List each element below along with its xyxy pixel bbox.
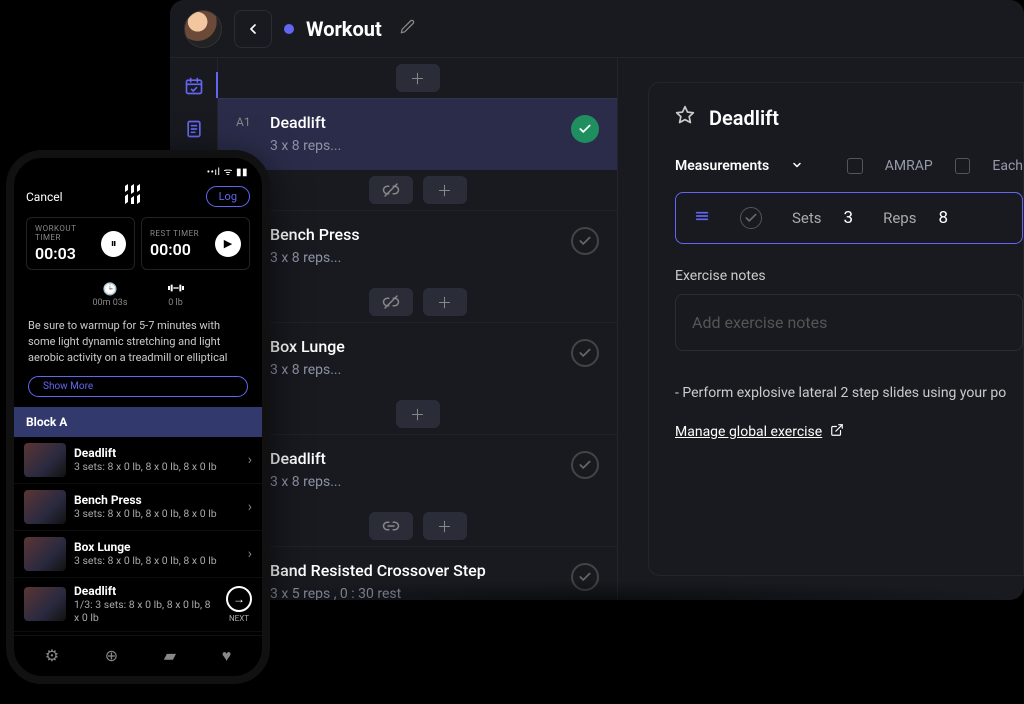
workout-timer: WORKOUT TIMER 00:03 [26, 217, 135, 270]
exercise-row[interactable]: A2 Bench Press 3 x 8 reps... [218, 210, 617, 282]
add-icon[interactable]: ⊕ [105, 646, 118, 666]
exercise-row[interactable]: A3 Box Lunge 3 x 8 reps... [218, 322, 617, 394]
chevron-right-icon: › [248, 452, 252, 468]
heart-icon[interactable]: ♥ [222, 646, 232, 666]
phone-mock: ••ıl ᯤ ▮▮ Cancel Log WORKOUT TIMER 00:03… [6, 150, 270, 684]
add-exercise-button[interactable]: ＋ [423, 176, 467, 204]
amrap-checkbox[interactable] [847, 158, 863, 174]
page-title: Workout [306, 17, 382, 41]
rest-timer: REST TIMER 00:00 [141, 217, 250, 270]
phone-exercise-row[interactable]: Box Lunge3 sets: 8 x 0 lb, 8 x 0 lb, 8 x… [14, 531, 262, 578]
exercise-name: Band Resisted Crossover Step [270, 561, 557, 580]
phone-status-bar: ••ıl ᯤ ▮▮ [14, 158, 262, 180]
status-dot [284, 24, 294, 34]
exercise-row[interactable]: B Deadlift 3 x 8 reps... [218, 434, 617, 506]
workout-note: Be sure to warmup for 5-7 minutes with s… [14, 318, 262, 366]
detail-title: Deadlift [709, 106, 779, 130]
topbar: Workout [170, 0, 1024, 58]
add-exercise-button[interactable]: ＋ [396, 64, 440, 92]
exercise-thumb [24, 490, 66, 524]
app-logo-icon [122, 184, 146, 209]
add-exercise-button[interactable]: ＋ [423, 512, 467, 540]
exercise-list: ＋ A1 Deadlift 3 x 8 reps... ＋ A2 Bench P… [218, 58, 618, 600]
amrap-label: AMRAP [885, 158, 933, 174]
status-check-icon[interactable] [571, 115, 599, 143]
add-exercise-button[interactable]: ＋ [423, 288, 467, 316]
workout-editor-panel: Workout ＋ A1 Deadlift 3 x 8 reps... [170, 0, 1024, 600]
gear-icon[interactable]: ⚙ [45, 646, 59, 666]
exercise-detail: 3 x 5 reps , 0 : 30 rest [270, 586, 557, 600]
each-label: Each [992, 158, 1023, 174]
status-check-icon[interactable] [571, 227, 599, 255]
phone-bottom-nav: ⚙ ⊕ ▰ ♥ [14, 635, 262, 676]
notes-icon[interactable] [184, 119, 204, 144]
external-link-icon [830, 423, 844, 441]
status-check-icon[interactable] [571, 451, 599, 479]
cancel-button[interactable]: Cancel [26, 190, 63, 204]
phone-exercise-row[interactable]: Deadlift3 sets: 8 x 0 lb, 8 x 0 lb, 8 x … [14, 437, 262, 484]
status-check-icon[interactable] [571, 563, 599, 591]
unlink-icon[interactable] [369, 176, 413, 204]
sets-label: Sets [792, 209, 822, 227]
chevron-right-icon: › [248, 499, 252, 515]
pause-button[interactable] [101, 231, 126, 257]
exercise-detail: 3 x 8 reps... [270, 250, 557, 266]
exercise-detail: 3 x 8 reps... [270, 474, 557, 490]
exercise-row[interactable]: A1 Deadlift 3 x 8 reps... [218, 98, 617, 170]
log-button[interactable]: Log [206, 186, 250, 207]
exercise-name: Deadlift [270, 113, 557, 132]
calendar-check-icon[interactable] [184, 76, 204, 101]
exercise-detail-pane: Deadlift Measurements AMRAP Each [618, 58, 1024, 600]
instruction-text: - Perform explosive lateral 2 step slide… [675, 385, 1023, 401]
exercise-detail: 3 x 8 reps... [270, 362, 557, 378]
notes-input[interactable]: Add exercise notes [675, 294, 1023, 351]
next-button[interactable]: → [226, 586, 252, 612]
set-done-checkbox[interactable] [740, 207, 762, 229]
block-header: Block A [14, 407, 262, 437]
manage-global-link[interactable]: Manage global exercise [675, 423, 844, 441]
phone-exercise-row[interactable]: Bench Press3 sets: 8 x 0 lb, 8 x 0 lb, 8… [14, 484, 262, 531]
chevron-down-icon[interactable] [791, 159, 803, 174]
set-row[interactable]: Sets 3 Reps 8 [675, 192, 1023, 244]
chevron-right-icon: › [248, 546, 252, 562]
exercise-thumb [24, 587, 66, 621]
clock-icon: 🕒 [92, 282, 127, 296]
exercise-name: Deadlift [270, 449, 557, 468]
status-check-icon[interactable] [571, 339, 599, 367]
reps-value[interactable]: 8 [938, 208, 948, 228]
exercise-name: Box Lunge [270, 337, 557, 356]
measurements-label[interactable]: Measurements [675, 158, 769, 174]
add-exercise-button[interactable]: ＋ [396, 400, 440, 428]
link-icon[interactable] [369, 512, 413, 540]
exercise-name: Bench Press [270, 225, 557, 244]
exercise-detail: 3 x 8 reps... [270, 138, 557, 154]
play-button[interactable] [215, 231, 241, 257]
edit-title-icon[interactable] [400, 19, 415, 38]
exercise-row[interactable]: C Band Resisted Crossover Step 3 x 5 rep… [218, 546, 617, 600]
exercise-id: A1 [236, 113, 256, 129]
unlink-icon[interactable] [369, 288, 413, 316]
each-checkbox[interactable] [955, 158, 971, 174]
star-icon[interactable] [675, 105, 695, 130]
back-button[interactable] [234, 10, 272, 48]
user-avatar[interactable] [184, 10, 222, 48]
exercise-thumb [24, 443, 66, 477]
notes-label: Exercise notes [675, 268, 1023, 284]
sets-value[interactable]: 3 [844, 208, 854, 228]
show-more-button[interactable]: Show More [28, 376, 248, 397]
note-icon[interactable]: ▰ [164, 646, 176, 666]
reps-label: Reps [883, 209, 916, 227]
drag-handle-icon[interactable] [694, 208, 710, 228]
exercise-thumb [24, 537, 66, 571]
dumbbell-icon [168, 282, 184, 296]
phone-current-exercise[interactable]: Deadlift1/3: 3 sets: 8 x 0 lb, 8 x 0 lb,… [14, 578, 262, 632]
